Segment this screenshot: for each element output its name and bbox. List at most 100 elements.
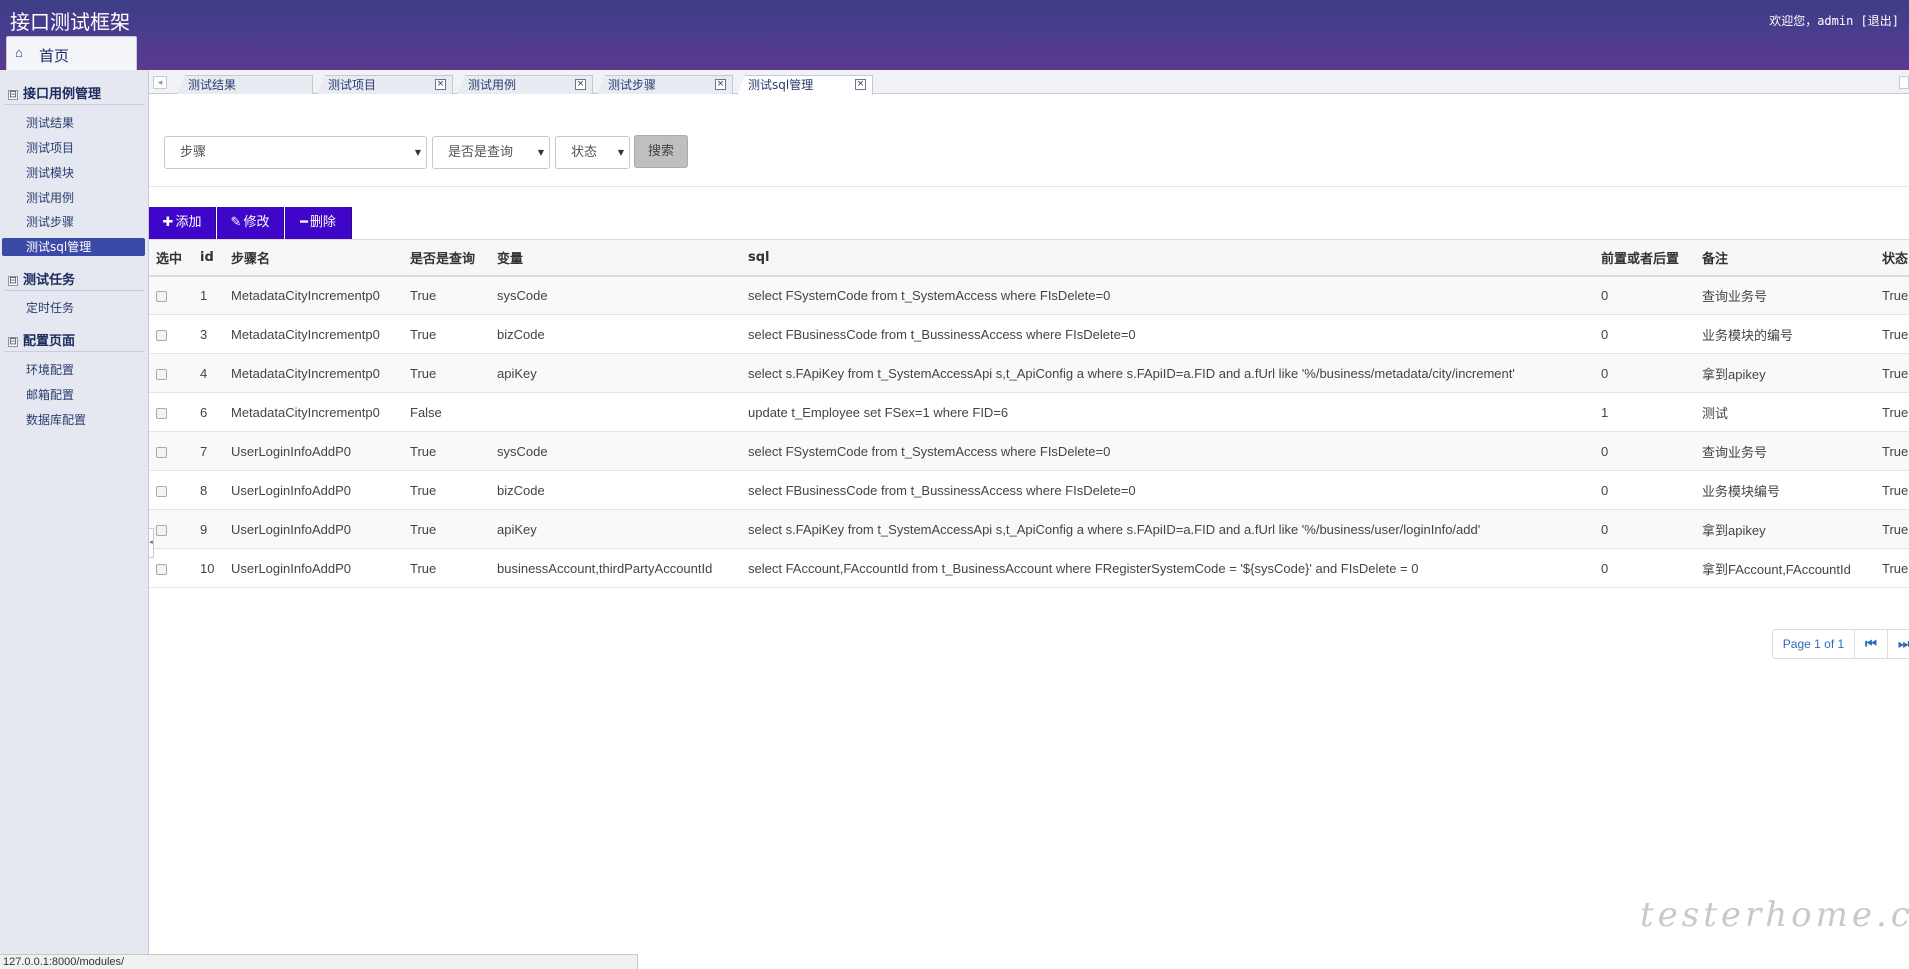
row-checkbox[interactable] [156,563,167,575]
edit-button[interactable]: ✎ 修改 [217,207,284,239]
row-checkbox[interactable] [156,524,167,536]
cell-variable: businessAccount,thirdPartyAccountId [490,548,741,588]
logout-link[interactable]: [退出] [1861,14,1899,28]
tab-strip: ◂ 测试结果 测试项目 × 测试用例 × 测试步骤 × 测试sql管理 × [149,70,1909,95]
sidebar-collapse-handle[interactable]: ◂ [148,528,154,558]
welcome-bar: 欢迎您，admin [退出] [1769,12,1899,29]
collapse-icon[interactable]: ⊟ [8,90,18,100]
tab-label: 测试步骤 [608,78,657,92]
cell-sql: select FSystemCode from t_SystemAccess w… [741,275,1594,315]
tab-scroll-right-icon[interactable] [1899,76,1909,89]
column-header-variable[interactable]: 变量 [490,239,741,277]
sidebar-group-case-management[interactable]: ⊟ 接口用例管理 [8,83,101,102]
row-checkbox[interactable] [156,368,167,380]
row-checkbox[interactable] [156,485,167,497]
status-select[interactable]: 状态 ▼ [555,136,630,169]
tab-test-sql[interactable]: 测试sql管理 × [737,75,873,95]
cell-select [149,548,193,588]
cell-pre-post: 0 [1594,353,1695,393]
cell-is-query: True [403,509,490,549]
cell-status: True [1875,275,1909,315]
tab-test-cases[interactable]: 测试用例 × [457,75,593,94]
table-row[interactable]: 8 UserLoginInfoAddP0 True bizCode select FBu… [149,470,1909,510]
chevron-down-icon: ▼ [414,148,421,157]
table-row[interactable]: 6 MetadataCityIncrementp0 False update t_Em… [149,392,1909,432]
cell-status: True [1875,353,1909,393]
sidebar-item-test-sql[interactable]: 测试sql管理 [2,238,145,256]
next-page-icon[interactable]: ⏭ [1888,629,1909,659]
app-header: 接口测试框架 欢迎您，admin [退出] ⌂ 首页 [0,0,1909,71]
cell-id: 10 [193,548,224,588]
tab-test-results[interactable]: 测试结果 [177,75,313,94]
sidebar-item-env-config[interactable]: 环境配置 [2,361,145,379]
column-header-is-query[interactable]: 是否是查询 [403,239,490,277]
sidebar-group-test-tasks[interactable]: ⊟ 测试任务 [8,269,75,288]
cell-is-query: True [403,275,490,315]
close-icon[interactable]: × [435,79,446,90]
add-button[interactable]: ✚ 添加 [149,207,216,239]
close-icon[interactable]: × [855,79,866,90]
sidebar-item-test-results[interactable]: 测试结果 [2,114,145,132]
sidebar-group-config[interactable]: ⊟ 配置页面 [8,330,75,349]
divider [4,104,144,105]
is-query-select[interactable]: 是否是查询 ▼ [432,136,550,169]
column-header-step[interactable]: 步骤名 [224,239,403,277]
table-row[interactable]: 9 UserLoginInfoAddP0 True apiKey select s.FA… [149,509,1909,549]
column-header-select[interactable]: 选中 [149,239,193,277]
home-tab[interactable]: ⌂ 首页 [6,36,137,71]
collapse-icon[interactable]: ⊟ [8,337,18,347]
sidebar-item-db-config[interactable]: 数据库配置 [2,411,145,429]
tab-test-steps[interactable]: 测试步骤 × [597,75,733,94]
cell-remark: 查询业务号 [1695,431,1875,471]
sidebar: ⊟ 接口用例管理 测试结果 测试项目 测试模块 测试用例 测试步骤 测试sql管理… [0,70,149,969]
table-row[interactable]: 3 MetadataCityIncrementp0 True bizCode selec… [149,314,1909,354]
cell-status: True [1875,509,1909,549]
cell-id: 3 [193,314,224,354]
column-header-status[interactable]: 状态 [1875,239,1909,277]
table-row[interactable]: 7 UserLoginInfoAddP0 True sysCode select FSy… [149,431,1909,471]
cell-variable: bizCode [490,314,741,354]
cell-variable: sysCode [490,431,741,471]
cell-step-name: MetadataCityIncrementp0 [224,314,403,354]
table-row[interactable]: 10 UserLoginInfoAddP0 True businessAccount,… [149,548,1909,588]
cell-status: True [1875,314,1909,354]
delete-button[interactable]: ━ 删除 [285,207,352,239]
cell-pre-post: 0 [1594,431,1695,471]
collapse-icon[interactable]: ⊟ [8,276,18,286]
column-header-remark[interactable]: 备注 [1695,239,1875,277]
sidebar-item-test-modules[interactable]: 测试模块 [2,164,145,182]
cell-pre-post: 0 [1594,509,1695,549]
cell-step-name: UserLoginInfoAddP0 [224,509,403,549]
sidebar-item-mail-config[interactable]: 邮箱配置 [2,386,145,404]
tab-test-projects[interactable]: 测试项目 × [317,75,453,94]
sidebar-item-scheduled-tasks[interactable]: 定时任务 [2,299,145,317]
table-row[interactable]: 4 MetadataCityIncrementp0 True apiKey select… [149,353,1909,393]
first-page-icon[interactable]: ⏮ [1855,629,1888,659]
sidebar-item-test-projects[interactable]: 测试项目 [2,139,145,157]
close-icon[interactable]: × [575,79,586,90]
cell-step-name: UserLoginInfoAddP0 [224,548,403,588]
cell-is-query: True [403,548,490,588]
cell-step-name: UserLoginInfoAddP0 [224,431,403,471]
search-bar: 步骤 ▼ 是否是查询 ▼ 状态 ▼ 搜索 [149,95,1909,187]
close-icon[interactable]: × [715,79,726,90]
cell-remark: 拿到FAccount,FAccountId [1695,548,1875,588]
cell-variable: apiKey [490,353,741,393]
search-button[interactable]: 搜索 [634,135,688,168]
row-checkbox[interactable] [156,446,167,458]
sidebar-item-test-cases[interactable]: 测试用例 [2,189,145,207]
sidebar-item-test-steps[interactable]: 测试步骤 [2,213,145,231]
step-select[interactable]: 步骤 ▼ [164,136,427,169]
tab-scroll-left-icon[interactable]: ◂ [153,76,167,89]
row-checkbox[interactable] [156,329,167,341]
row-checkbox[interactable] [156,290,167,302]
table-row[interactable]: 1 MetadataCityIncrementp0 True sysCode selec… [149,275,1909,315]
column-header-sql[interactable]: sql [741,239,1594,277]
cell-remark: 拿到apikey [1695,509,1875,549]
column-header-pre-post[interactable]: 前置或者后置 [1594,239,1695,277]
app-title: 接口测试框架 [10,10,130,34]
cell-status: True [1875,431,1909,471]
cell-remark: 业务模块编号 [1695,470,1875,510]
column-header-id[interactable]: id [193,239,224,277]
row-checkbox[interactable] [156,407,167,419]
